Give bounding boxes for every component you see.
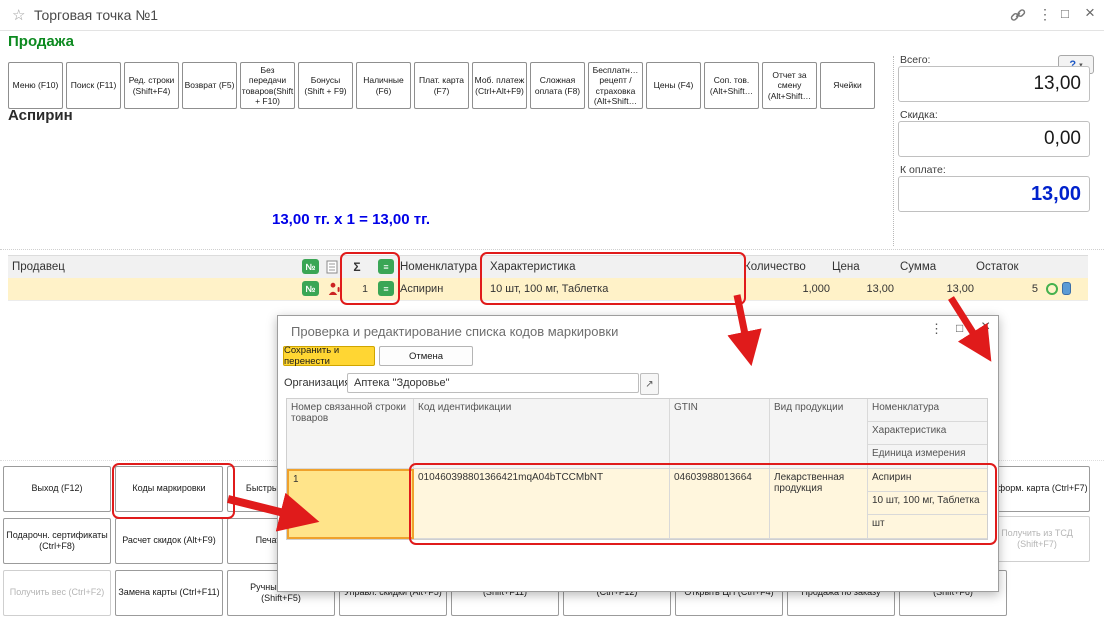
row-nomenclature[interactable]: Аспирин — [400, 278, 443, 300]
calc-line: 13,00 тг. x 1 = 13,00 тг. — [272, 211, 430, 228]
sales-table-header: Продавец № Σ ≡ Номенклатура Характеристи… — [8, 255, 1088, 279]
toolbar-button-no-transfer[interactable]: Без передачи товаров(Shift + F10) — [240, 62, 295, 109]
section-title: Продажа — [8, 33, 74, 50]
vertical-separator — [893, 56, 894, 246]
get-from-tsd-button[interactable]: Получить из ТСД (Shift+F7) — [984, 516, 1090, 562]
row-identification-code[interactable]: 010460398801366421mqA04bTCCMbNT — [414, 469, 670, 539]
col-nomenclature[interactable]: Номенклатура — [400, 256, 477, 278]
total-field[interactable]: 13,00 — [898, 66, 1090, 102]
row-linked-line-number[interactable]: 1 — [287, 469, 414, 539]
toolbar-button-card[interactable]: Плат. карта (F7) — [414, 62, 469, 109]
toolbar-button-shift-report[interactable]: Отчет за смену (Alt+Shift… — [762, 62, 817, 109]
discount-label: Скидка: — [900, 109, 938, 121]
col-linked-line-number[interactable]: Номер связанной строки товаров — [287, 399, 414, 469]
status-circle-icon — [1046, 283, 1058, 295]
row-price[interactable]: 13,00 — [832, 278, 894, 300]
row-sum[interactable]: 13,00 — [898, 278, 974, 300]
line-number-icon: № — [302, 281, 319, 296]
col-gtin[interactable]: GTIN — [670, 399, 770, 469]
save-and-transfer-button[interactable]: Сохранить и перенести — [283, 346, 375, 366]
toolbar-button-menu[interactable]: Меню (F10) — [8, 62, 63, 109]
col-nomenclature[interactable]: Номенклатура — [868, 399, 987, 422]
open-link-icon[interactable]: ↗ — [640, 373, 659, 395]
row-quantity[interactable]: 1,000 — [742, 278, 830, 300]
replace-card-button[interactable]: Замена карты (Ctrl+F11) — [115, 570, 223, 616]
row-stock[interactable]: 5 — [976, 278, 1038, 300]
row-characteristic[interactable]: 10 шт, 100 мг, Таблетка — [490, 278, 608, 300]
toolbar-button-edit-row[interactable]: Ред. строки (Shift+F4) — [124, 62, 179, 109]
window-title: Торговая точка №1 — [34, 7, 158, 23]
app-window: ☆ Торговая точка №1 ⋮ □ × Продажа ? ▾ Ме… — [0, 0, 1104, 619]
discount-field[interactable]: 0,00 — [898, 121, 1090, 157]
exit-button[interactable]: Выход (F12) — [3, 466, 111, 512]
row-nomenclature[interactable]: Аспирин — [868, 469, 987, 492]
organization-label: Организация: — [284, 377, 353, 389]
kebab-menu-icon[interactable]: ⋮ — [1038, 6, 1052, 23]
organization-field[interactable]: Аптека "Здоровье" — [347, 373, 639, 393]
toolbar-button-free-recipe[interactable]: Бесплатн… рецепт / страховка (Alt+Shift… — [588, 62, 643, 109]
gift-certificates-button[interactable]: Подарочн. сертификаты (Ctrl+F8) — [3, 518, 111, 564]
discount-calc-button[interactable]: Расчет скидок (Alt+F9) — [115, 518, 223, 564]
row-unit[interactable]: шт — [868, 515, 987, 539]
toolbar-button-mobile-payment[interactable]: Моб. платеж (Ctrl+Alt+F9) — [472, 62, 527, 109]
col-stock[interactable]: Остаток — [976, 256, 1019, 278]
titlebar: ☆ Торговая точка №1 ⋮ □ × — [0, 0, 1104, 31]
marking-codes-table: Номер связанной строки товаров Код идент… — [286, 398, 988, 540]
due-field[interactable]: 13,00 — [898, 176, 1090, 212]
col-identification-code[interactable]: Код идентификации — [414, 399, 670, 469]
col-quantity[interactable]: Количество — [744, 256, 806, 278]
col-product-type[interactable]: Вид продукции — [770, 399, 868, 469]
col-sum[interactable]: Сумма — [900, 256, 936, 278]
toolbar-button-related-goods[interactable]: Соп. тов. (Alt+Shift… — [704, 62, 759, 109]
maximize-icon[interactable]: □ — [1061, 6, 1069, 21]
toolbar-button-bonuses[interactable]: Бонусы (Shift + F9) — [298, 62, 353, 109]
dialog-title: Проверка и редактирование списка кодов м… — [291, 324, 618, 339]
col-unit[interactable]: Единица измерения — [868, 445, 987, 469]
close-icon[interactable]: × — [981, 318, 990, 336]
info-card-button[interactable]: Информ. карта (Ctrl+F7) — [984, 466, 1090, 512]
col-characteristic[interactable]: Характеристика — [490, 256, 576, 278]
horizontal-separator — [0, 249, 1104, 250]
row-gtin[interactable]: 04603988013664 — [670, 469, 770, 539]
cancel-button[interactable]: Отмена — [379, 346, 473, 366]
maximize-icon[interactable]: □ — [956, 321, 963, 335]
sales-table-row[interactable]: № 1 ≡ Аспирин 10 шт, 100 мг, Таблетка 1,… — [8, 278, 1088, 301]
toolbar-button-complex-payment[interactable]: Сложная оплата (F8) — [530, 62, 585, 109]
toolbar-button-cells[interactable]: Ячейки — [820, 62, 875, 109]
marking-codes-button[interactable]: Коды маркировки — [115, 466, 223, 512]
current-product-title: Аспирин — [8, 107, 73, 124]
marking-list-icon[interactable]: ≡ — [378, 281, 394, 296]
row-line-number[interactable]: 1 — [338, 278, 368, 300]
row-characteristic[interactable]: 10 шт, 100 мг, Таблетка — [868, 492, 987, 515]
close-icon[interactable]: × — [1085, 3, 1095, 23]
col-price[interactable]: Цена — [832, 256, 860, 278]
link-icon[interactable] — [1010, 7, 1026, 28]
toolbar-button-prices[interactable]: Цены (F4) — [646, 62, 701, 109]
marking-list-icon[interactable]: ≡ — [378, 259, 394, 274]
total-label: Всего: — [900, 54, 930, 66]
kebab-menu-icon[interactable]: ⋮ — [930, 321, 943, 337]
favorite-star-icon[interactable]: ☆ — [12, 6, 25, 24]
toolbar-button-return[interactable]: Возврат (F5) — [182, 62, 237, 109]
sigma-icon[interactable]: Σ — [344, 256, 370, 278]
line-number-icon[interactable]: № — [302, 259, 319, 274]
col-seller[interactable]: Продавец — [12, 256, 65, 278]
col-characteristic[interactable]: Характеристика — [868, 422, 987, 445]
toolbar-button-search[interactable]: Поиск (F11) — [66, 62, 121, 109]
document-icon[interactable] — [326, 260, 338, 279]
due-label: К оплате: — [900, 164, 946, 176]
marking-codes-dialog: Проверка и редактирование списка кодов м… — [277, 315, 999, 592]
get-weight-button[interactable]: Получить вес (Ctrl+F2) — [3, 570, 111, 616]
row-product-type[interactable]: Лекарственная продукция — [770, 469, 868, 539]
marking-status-icon — [1062, 282, 1071, 295]
toolbar-button-cash[interactable]: Наличные (F6) — [356, 62, 411, 109]
